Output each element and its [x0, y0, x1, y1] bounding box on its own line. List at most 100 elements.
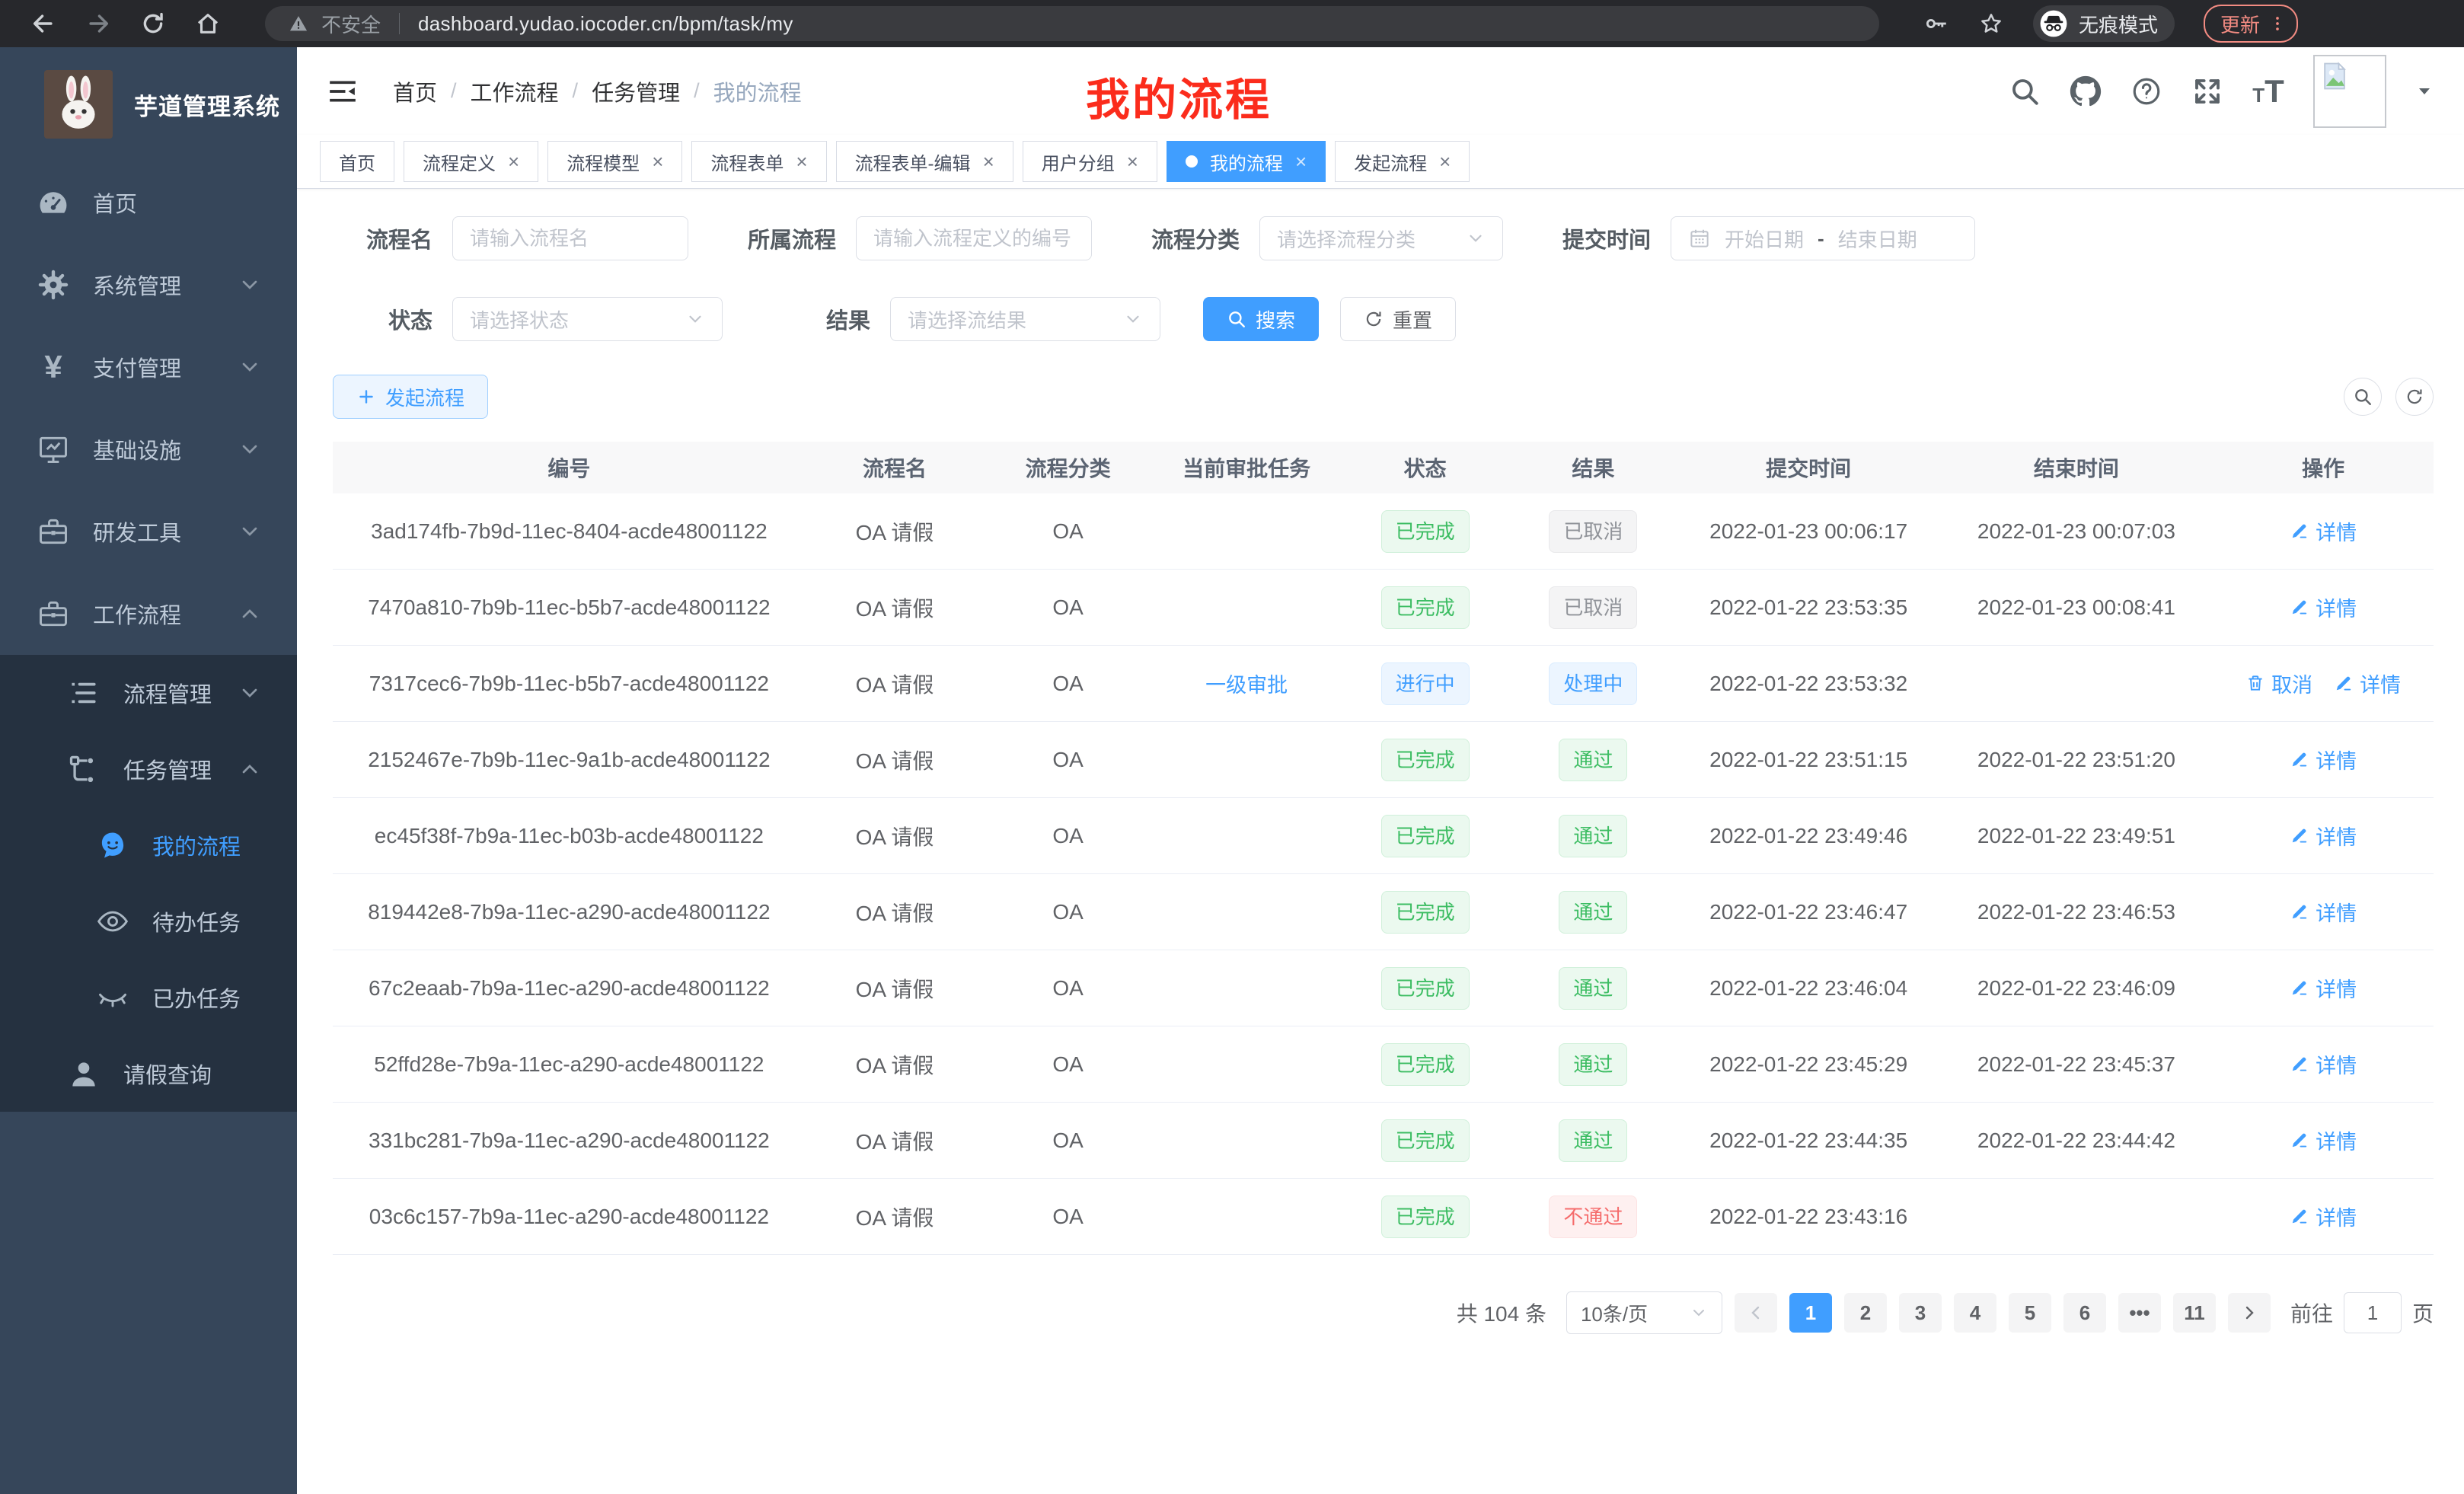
cell-end-time: 2022-01-22 23:49:51 — [1940, 798, 2213, 874]
sidebar-item-任务管理[interactable]: 任务管理 — [0, 731, 297, 807]
cell-end-time: 2022-01-23 00:08:41 — [1940, 570, 2213, 646]
detail-action[interactable]: 详情 — [2290, 745, 2357, 774]
avatar[interactable] — [2313, 55, 2386, 128]
cell-id: 7317cec6-7b9b-11ec-b5b7-acde48001122 — [333, 646, 806, 722]
font-size-icon[interactable]: TT — [2252, 75, 2284, 107]
sidebar-item-已办任务[interactable]: 已办任务 — [0, 959, 297, 1036]
cell-result: 不通过 — [1509, 1179, 1677, 1255]
cell-result: 已取消 — [1509, 570, 1677, 646]
browser-menu-icon[interactable] — [2268, 14, 2287, 34]
detail-action[interactable]: 详情 — [2290, 897, 2357, 927]
page-button-11[interactable]: 11 — [2173, 1293, 2216, 1333]
close-icon[interactable]: × — [796, 152, 807, 171]
detail-action[interactable]: 详情 — [2290, 516, 2357, 546]
sidebar-item-请假查询[interactable]: 请假查询 — [0, 1036, 297, 1112]
reset-button[interactable]: 重置 — [1340, 297, 1456, 341]
cell-actions: 详情 — [2213, 493, 2434, 570]
page-button-6[interactable]: 6 — [2063, 1293, 2106, 1333]
forward-icon[interactable] — [85, 11, 111, 37]
page-size-select[interactable]: 10条/页 — [1566, 1291, 1722, 1334]
page-button-1[interactable]: 1 — [1789, 1293, 1832, 1333]
tab-流程模型[interactable]: 流程模型 × — [547, 141, 682, 182]
sidebar-item-系统管理[interactable]: 系统管理 — [0, 244, 297, 326]
yen-icon: ¥ — [37, 350, 70, 384]
sidebar-item-首页[interactable]: 首页 — [0, 161, 297, 244]
tab-流程表单[interactable]: 流程表单 × — [691, 141, 826, 182]
page-jumper: 前往 页 — [2290, 1292, 2434, 1333]
close-icon[interactable]: × — [652, 152, 663, 171]
detail-action[interactable]: 详情 — [2290, 973, 2357, 1003]
sidebar-item-基础设施[interactable]: 基础设施 — [0, 408, 297, 490]
detail-action[interactable]: 详情 — [2290, 1125, 2357, 1155]
detail-action[interactable]: 详情 — [2290, 821, 2357, 851]
status-select[interactable]: 请选择状态 — [452, 297, 723, 341]
menu-label: 系统管理 — [93, 269, 181, 301]
process-name-input[interactable] — [452, 216, 688, 260]
goto-page-input[interactable] — [2344, 1292, 2402, 1333]
breadcrumb-item[interactable]: 任务管理 — [592, 75, 680, 107]
sidebar-item-研发工具[interactable]: 研发工具 — [0, 490, 297, 573]
breadcrumb-item[interactable]: 工作流程 — [471, 75, 559, 107]
sidebar-item-工作流程[interactable]: 工作流程 — [0, 573, 297, 655]
home-icon[interactable] — [195, 11, 221, 37]
close-icon[interactable]: × — [508, 152, 519, 171]
address-bar[interactable]: 不安全 dashboard.yudao.iocoder.cn/bpm/task/… — [265, 6, 1879, 41]
detail-action[interactable]: 详情 — [2334, 669, 2401, 698]
close-icon[interactable]: × — [1127, 152, 1138, 171]
search-button[interactable]: 搜索 — [1203, 297, 1319, 341]
result-select[interactable]: 请选择流结果 — [890, 297, 1160, 341]
task-link[interactable]: 一级审批 — [1205, 669, 1288, 698]
browser-update-button[interactable]: 更新 — [2204, 5, 2298, 43]
sidebar-item-待办任务[interactable]: 待办任务 — [0, 883, 297, 959]
close-icon[interactable]: × — [983, 152, 994, 171]
page-button-4[interactable]: 4 — [1954, 1293, 1996, 1333]
create-process-button[interactable]: 发起流程 — [333, 375, 488, 419]
close-icon[interactable]: × — [1439, 152, 1451, 171]
avatar-caret-icon[interactable] — [2415, 82, 2434, 101]
navbar: 首页/工作流程/任务管理/我的流程 我的流程 TT — [297, 47, 2464, 135]
cancel-action[interactable]: 取消 — [2245, 669, 2312, 698]
breadcrumb-item[interactable]: 首页 — [393, 75, 437, 107]
submit-time-range-picker[interactable]: 开始日期 - 结束日期 — [1671, 216, 1975, 260]
fullscreen-icon[interactable] — [2191, 75, 2223, 107]
show-search-button[interactable] — [2344, 378, 2382, 416]
tab-label: 首页 — [339, 148, 375, 175]
detail-action[interactable]: 详情 — [2290, 592, 2357, 622]
parent-process-input[interactable] — [856, 216, 1092, 260]
refresh-table-button[interactable] — [2395, 378, 2434, 416]
app-logo[interactable]: 芋道管理系统 — [0, 47, 297, 161]
tab-流程定义[interactable]: 流程定义 × — [404, 141, 538, 182]
page-ellipsis[interactable]: ••• — [2118, 1293, 2161, 1333]
sidebar-item-支付管理[interactable]: ¥ 支付管理 — [0, 326, 297, 408]
tab-我的流程[interactable]: 我的流程 × — [1167, 141, 1326, 182]
detail-action[interactable]: 详情 — [2290, 1049, 2357, 1079]
bookmark-star-icon[interactable] — [1978, 11, 2004, 37]
result-badge: 处理中 — [1549, 662, 1637, 705]
detail-action[interactable]: 详情 — [2290, 1202, 2357, 1231]
category-select[interactable]: 请选择流程分类 — [1259, 216, 1503, 260]
tab-首页[interactable]: 首页 — [320, 141, 394, 182]
prev-page-button[interactable] — [1735, 1293, 1777, 1333]
cell-submit-time: 2022-01-22 23:43:16 — [1677, 1179, 1940, 1255]
cell-actions: 详情 — [2213, 570, 2434, 646]
github-icon[interactable] — [2070, 75, 2102, 107]
tab-流程表单-编辑[interactable]: 流程表单-编辑 × — [836, 141, 1013, 182]
close-icon[interactable]: × — [1295, 152, 1307, 171]
reload-icon[interactable] — [140, 11, 166, 37]
sidebar-item-流程管理[interactable]: 流程管理 — [0, 655, 297, 731]
sidebar-item-我的流程[interactable]: 我的流程 — [0, 807, 297, 883]
page-button-2[interactable]: 2 — [1844, 1293, 1887, 1333]
help-icon[interactable] — [2130, 75, 2162, 107]
tab-发起流程[interactable]: 发起流程 × — [1335, 141, 1470, 182]
tab-用户分组[interactable]: 用户分组 × — [1023, 141, 1157, 182]
page-button-3[interactable]: 3 — [1899, 1293, 1942, 1333]
search-icon[interactable] — [2009, 75, 2041, 107]
key-icon[interactable] — [1923, 11, 1949, 37]
cell-result: 通过 — [1509, 950, 1677, 1026]
tab-label: 流程表单 — [710, 148, 784, 175]
cell-process-name: OA 请假 — [806, 1103, 985, 1179]
sidebar-collapse-button[interactable] — [327, 76, 358, 107]
page-button-5[interactable]: 5 — [2009, 1293, 2051, 1333]
next-page-button[interactable] — [2228, 1293, 2271, 1333]
back-icon[interactable] — [30, 11, 56, 37]
